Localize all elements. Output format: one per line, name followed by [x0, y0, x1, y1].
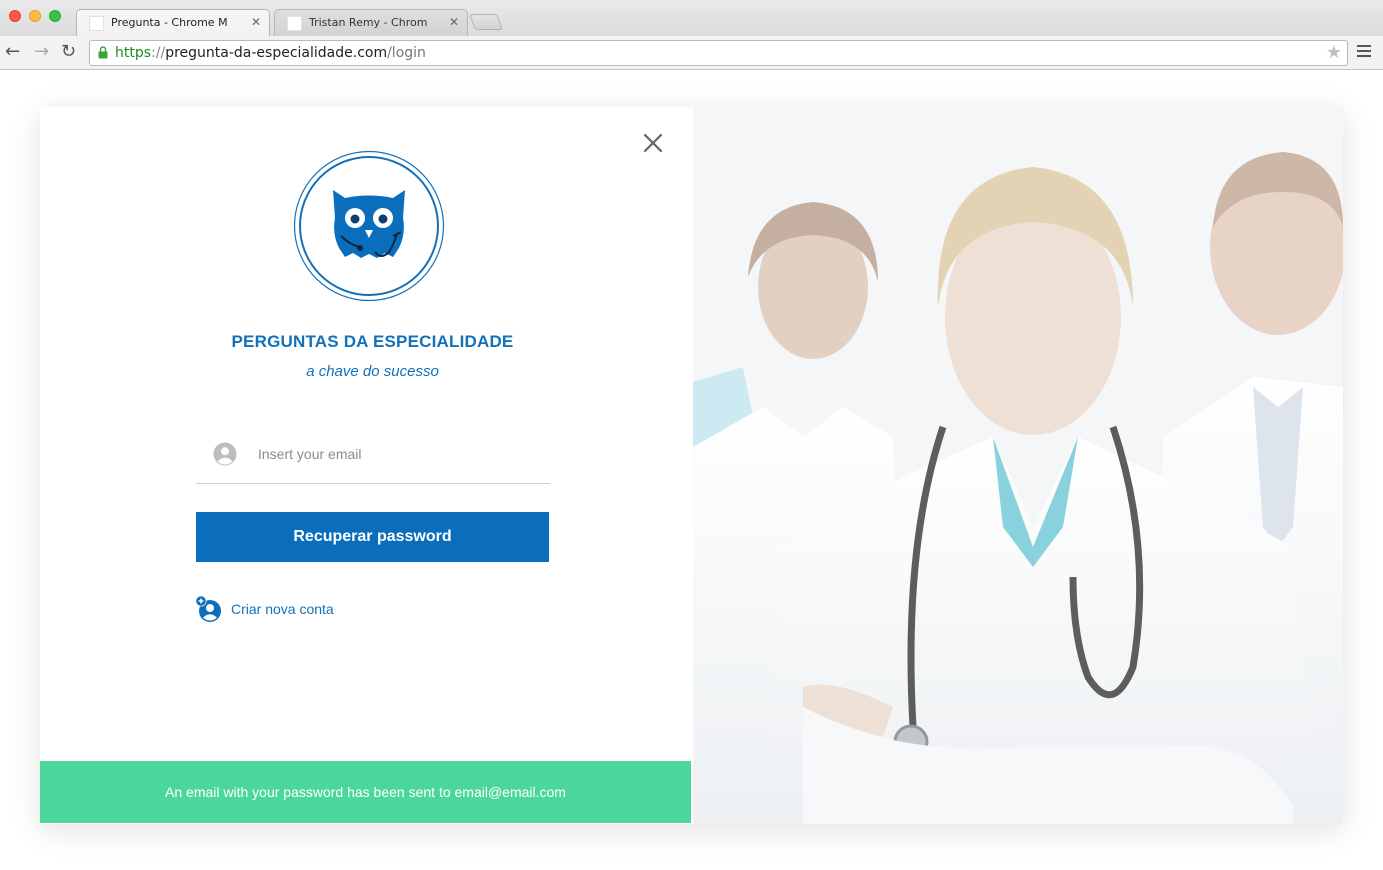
back-arrow-icon[interactable]: ←: [5, 41, 20, 63]
window-close-button[interactable]: [9, 10, 21, 22]
create-account-link[interactable]: Criar nova conta: [195, 595, 334, 623]
forward-arrow-icon[interactable]: →: [34, 41, 49, 63]
recover-password-panel: PERGUNTAS DA ESPECIALIDADE a chave do su…: [40, 107, 692, 824]
url-path: /login: [387, 45, 426, 61]
new-tab-button[interactable]: [469, 14, 503, 30]
window-maximize-button[interactable]: [49, 10, 61, 22]
bookmark-star-icon[interactable]: ★: [1326, 42, 1342, 63]
url-scheme: https: [115, 45, 152, 61]
window-minimize-button[interactable]: [29, 10, 41, 22]
doctors-photo: [693, 107, 1343, 824]
tab-close-icon[interactable]: ✕: [449, 15, 459, 29]
close-icon[interactable]: [641, 131, 665, 155]
add-user-icon: [195, 595, 221, 622]
url-text: https://pregunta-da-especialidade.com/lo…: [115, 45, 426, 61]
tab-favicon: [287, 16, 302, 31]
tab-title: Pregunta - Chrome M: [111, 16, 228, 29]
tab-title: Tristan Remy - Chrome M: [309, 16, 427, 29]
recover-password-button[interactable]: Recuperar password: [196, 512, 549, 562]
url-host: pregunta-da-especialidade.com: [165, 45, 388, 61]
address-bar[interactable]: https://pregunta-da-especialidade.com/lo…: [89, 40, 1348, 66]
url-separator: ://: [151, 45, 166, 61]
browser-toolbar: ← → ↻ https://pregunta-da-especialidade.…: [0, 36, 1383, 70]
login-modal: PERGUNTAS DA ESPECIALIDADE a chave do su…: [40, 107, 1343, 824]
email-field-row: [196, 433, 550, 484]
create-account-label: Criar nova conta: [231, 601, 334, 617]
tab-close-icon[interactable]: ✕: [251, 15, 261, 29]
owl-stethoscope-logo: [293, 150, 445, 302]
tab-favicon: [89, 16, 104, 31]
reload-icon[interactable]: ↻: [61, 41, 76, 63]
lock-icon: [98, 46, 108, 59]
hamburger-menu-icon[interactable]: [1357, 45, 1371, 57]
success-toast: An email with your password has been sen…: [40, 761, 691, 823]
email-input[interactable]: [258, 441, 538, 467]
toast-message: An email with your password has been sen…: [165, 784, 566, 800]
user-circle-icon: [213, 442, 237, 466]
browser-titlebar: Pregunta - Chrome M ✕ Tristan Remy - Chr…: [0, 0, 1383, 36]
browser-tab-inactive[interactable]: Tristan Remy - Chrome M ✕: [274, 9, 468, 36]
brand-title: PERGUNTAS DA ESPECIALIDADE: [231, 332, 514, 351]
browser-tab-active[interactable]: Pregunta - Chrome M ✕: [76, 9, 270, 36]
doctors-hero-image: [693, 107, 1343, 824]
brand-subtitle: a chave do sucesso: [306, 363, 439, 380]
